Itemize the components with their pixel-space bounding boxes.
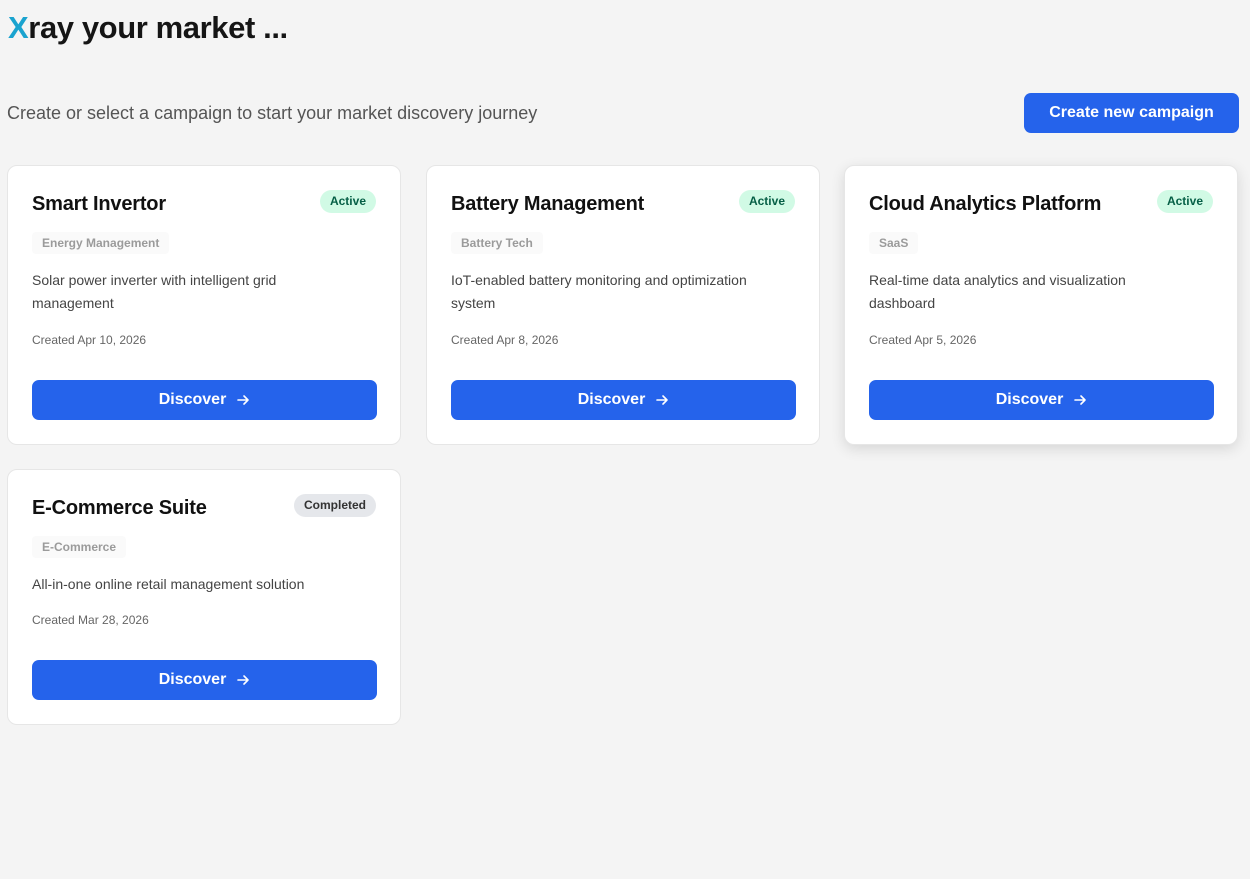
- category-tag: Energy Management: [32, 232, 170, 254]
- category-tag: Battery Tech: [451, 232, 543, 254]
- discover-button[interactable]: Discover: [32, 380, 377, 420]
- discover-button-label: Discover: [577, 391, 646, 408]
- discover-button[interactable]: Discover: [451, 380, 796, 420]
- campaign-title: E-Commerce Suite: [32, 497, 207, 519]
- campaign-title: Cloud Analytics Platform: [869, 193, 1102, 215]
- created-date: Created Apr 8, 2026: [451, 333, 559, 347]
- created-date: Created Apr 5, 2026: [869, 333, 977, 347]
- page-subtitle: Create or select a campaign to start you…: [7, 103, 538, 123]
- discover-button-label: Discover: [995, 391, 1064, 408]
- status-badge: Active: [738, 190, 795, 213]
- status-badge: Completed: [293, 494, 376, 517]
- campaign-description: All-in-one online retail management solu…: [32, 576, 305, 592]
- arrow-right-icon: [237, 675, 250, 685]
- arrow-right-icon: [237, 395, 250, 405]
- logo-letter-x: X: [8, 10, 29, 45]
- campaign-card-smart-invertor[interactable]: Smart Invertor Active Energy Management …: [7, 165, 401, 445]
- campaign-description: Solar power inverter with intelligent gr…: [32, 272, 277, 311]
- discover-button-label: Discover: [158, 671, 227, 688]
- status-badge: Active: [1156, 190, 1213, 213]
- campaign-card-cloud-analytics-platform[interactable]: Cloud Analytics Platform Active SaaS Rea…: [844, 165, 1238, 445]
- page: Xray your market ... Create or select a …: [0, 0, 1250, 879]
- created-date: Created Apr 10, 2026: [32, 333, 147, 347]
- campaign-title: Battery Management: [451, 193, 645, 215]
- campaign-title: Smart Invertor: [32, 193, 166, 215]
- created-date: Created Mar 28, 2026: [32, 613, 149, 627]
- logo-text: ray your market ...: [28, 10, 288, 45]
- create-campaign-button[interactable]: Create new campaign: [1024, 93, 1239, 133]
- campaign-description: Real-time data analytics and visualizati…: [869, 272, 1126, 311]
- campaign-description: IoT-enabled battery monitoring and optim…: [451, 272, 747, 311]
- category-tag: SaaS: [869, 232, 919, 254]
- discover-button[interactable]: Discover: [869, 380, 1214, 420]
- arrow-right-icon: [656, 395, 669, 405]
- category-tag: E-Commerce: [32, 536, 127, 558]
- arrow-right-icon: [1074, 395, 1087, 405]
- app-logo: Xray your market ...: [8, 8, 288, 48]
- status-badge: Active: [319, 190, 376, 213]
- campaign-card-battery-management[interactable]: Battery Management Active Battery Tech I…: [426, 165, 820, 445]
- campaign-card-e-commerce-suite[interactable]: E-Commerce Suite Completed E-Commerce Al…: [7, 469, 401, 725]
- discover-button[interactable]: Discover: [32, 660, 377, 700]
- discover-button-label: Discover: [158, 391, 227, 408]
